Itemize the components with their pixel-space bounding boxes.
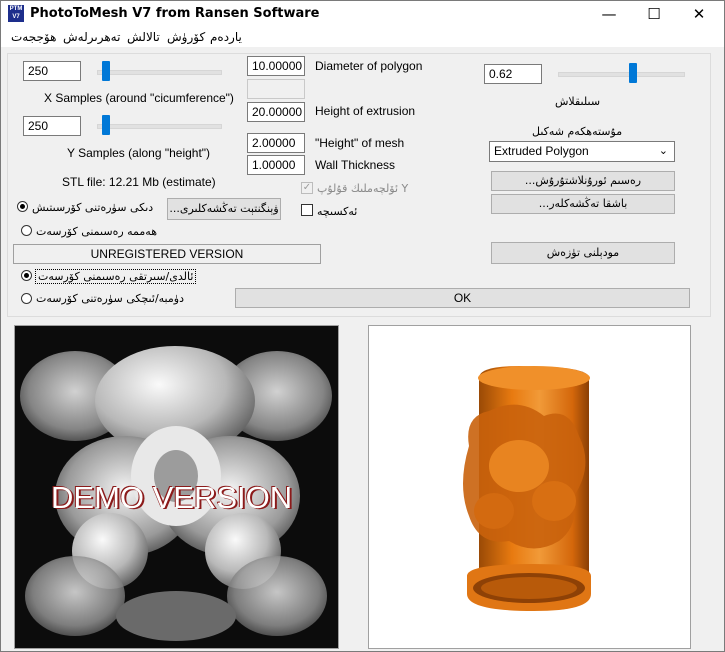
color-image-radio[interactable] (17, 201, 28, 212)
maximize-button[interactable]: ☐ (631, 1, 677, 27)
color-image-label: دىكى سۈرەتنى كۆرسىتىش (32, 201, 154, 214)
window-title: PhotoToMesh V7 from Ransen Software (30, 6, 320, 21)
close-icon: ✕ (692, 5, 706, 23)
smoothing-input[interactable]: 0.62 (484, 64, 542, 84)
show-all-label: ھەممە رەسىمنى كۆرسەت (36, 225, 157, 238)
show-all-radio[interactable] (21, 225, 32, 236)
minimize-button[interactable]: — (586, 1, 632, 27)
mirror-checkbox[interactable] (301, 204, 313, 216)
back-view-label: دۈمبە/ئىچكى سۈرەتنى كۆرسەت (36, 292, 184, 305)
source-image-preview: DEMO VERSION (14, 325, 339, 649)
auto-y-checkbox[interactable]: ✓ (301, 182, 313, 194)
extrusion-label: Height of extrusion (315, 104, 416, 118)
y-samples-input[interactable]: 250 (23, 116, 81, 136)
extrusion-input[interactable]: 20.00000 (247, 102, 305, 122)
demo-watermark: DEMO VERSION (51, 480, 293, 515)
mesh-preview (368, 325, 691, 649)
y-samples-label: Y Samples (along "height") (67, 146, 211, 160)
x-samples-thumb[interactable] (102, 61, 110, 81)
y-samples-thumb[interactable] (102, 115, 110, 135)
smoothing-slider[interactable] (558, 72, 685, 77)
make-model-button[interactable]: مودېلنى تۈزەش (491, 242, 675, 264)
back-view-radio[interactable] (21, 293, 32, 304)
mesh-height-label: "Height" of mesh (315, 136, 405, 150)
other-settings-button[interactable]: ...باشقا تەڭشەكلەر (491, 194, 675, 214)
close-button[interactable]: ✕ (676, 1, 722, 27)
y-samples-slider[interactable] (97, 124, 222, 129)
x-samples-slider[interactable] (97, 70, 222, 75)
extruded-mesh-render (463, 366, 591, 611)
disabled-input (247, 79, 305, 99)
front-view-label: ئالدى/سىرتقى رەسىمنى كۆرسەت (35, 269, 197, 284)
menu-bar: ھۆججەت تەھرىرلەش تالالش كۆرۈش ياردەم (1, 27, 724, 47)
rendering-button[interactable]: ...رەسىم ئورۇنلاشتۇرۇش (491, 171, 675, 191)
app-logo-icon: PTM V7 (8, 5, 24, 22)
diameter-input[interactable]: 10.00000 (247, 56, 305, 76)
menu-file[interactable]: ھۆججەت (11, 30, 56, 44)
menu-edit[interactable]: تەھرىرلەش (63, 30, 120, 44)
wall-thickness-input[interactable]: 1.00000 (247, 155, 305, 175)
chevron-down-icon: ⌄ (658, 145, 668, 157)
ok-button[interactable]: OK (235, 288, 690, 308)
stl-file-estimate: STL file: 12.21 Mb (estimate) (62, 175, 216, 189)
x-samples-label: X Samples (around "cicumference") (44, 91, 234, 105)
menu-help[interactable]: ياردەم (210, 30, 242, 44)
mesh-height-input[interactable]: 2.00000 (247, 133, 305, 153)
title-bar: PTM V7 PhotoToMesh V7 from Ransen Softwar… (1, 1, 724, 27)
wall-thickness-label: Wall Thickness (315, 158, 396, 172)
shape-selected-value: Extruded Polygon (494, 144, 589, 158)
diameter-label: Diameter of polygon (315, 59, 423, 73)
menu-view[interactable]: كۆرۈش (167, 30, 205, 44)
auto-y-label: ئۆلچەملىك قۇلۇپ Y (317, 182, 409, 195)
mirror-label: ئەكسىچە (317, 205, 358, 218)
vignette-settings-button[interactable]: ...ۋېنگنتېت تەڭشەكلىرى (167, 198, 281, 220)
smoothing-label: سىلىقلاش (555, 95, 601, 108)
shape-select[interactable]: Extruded Polygon ⌄ (489, 141, 675, 162)
front-view-radio[interactable] (21, 270, 32, 281)
minimize-icon: — (601, 5, 617, 23)
x-samples-input[interactable]: 250 (23, 61, 81, 81)
shape-label: مۇستەھكەم شەكىل (532, 125, 623, 138)
maximize-icon: ☐ (647, 5, 661, 23)
menu-select[interactable]: تالالش (127, 30, 160, 44)
unregistered-banner: UNREGISTERED VERSION (13, 244, 321, 264)
smoothing-thumb[interactable] (629, 63, 637, 83)
app-window: PTM V7 PhotoToMesh V7 from Ransen Softwar… (0, 0, 725, 652)
